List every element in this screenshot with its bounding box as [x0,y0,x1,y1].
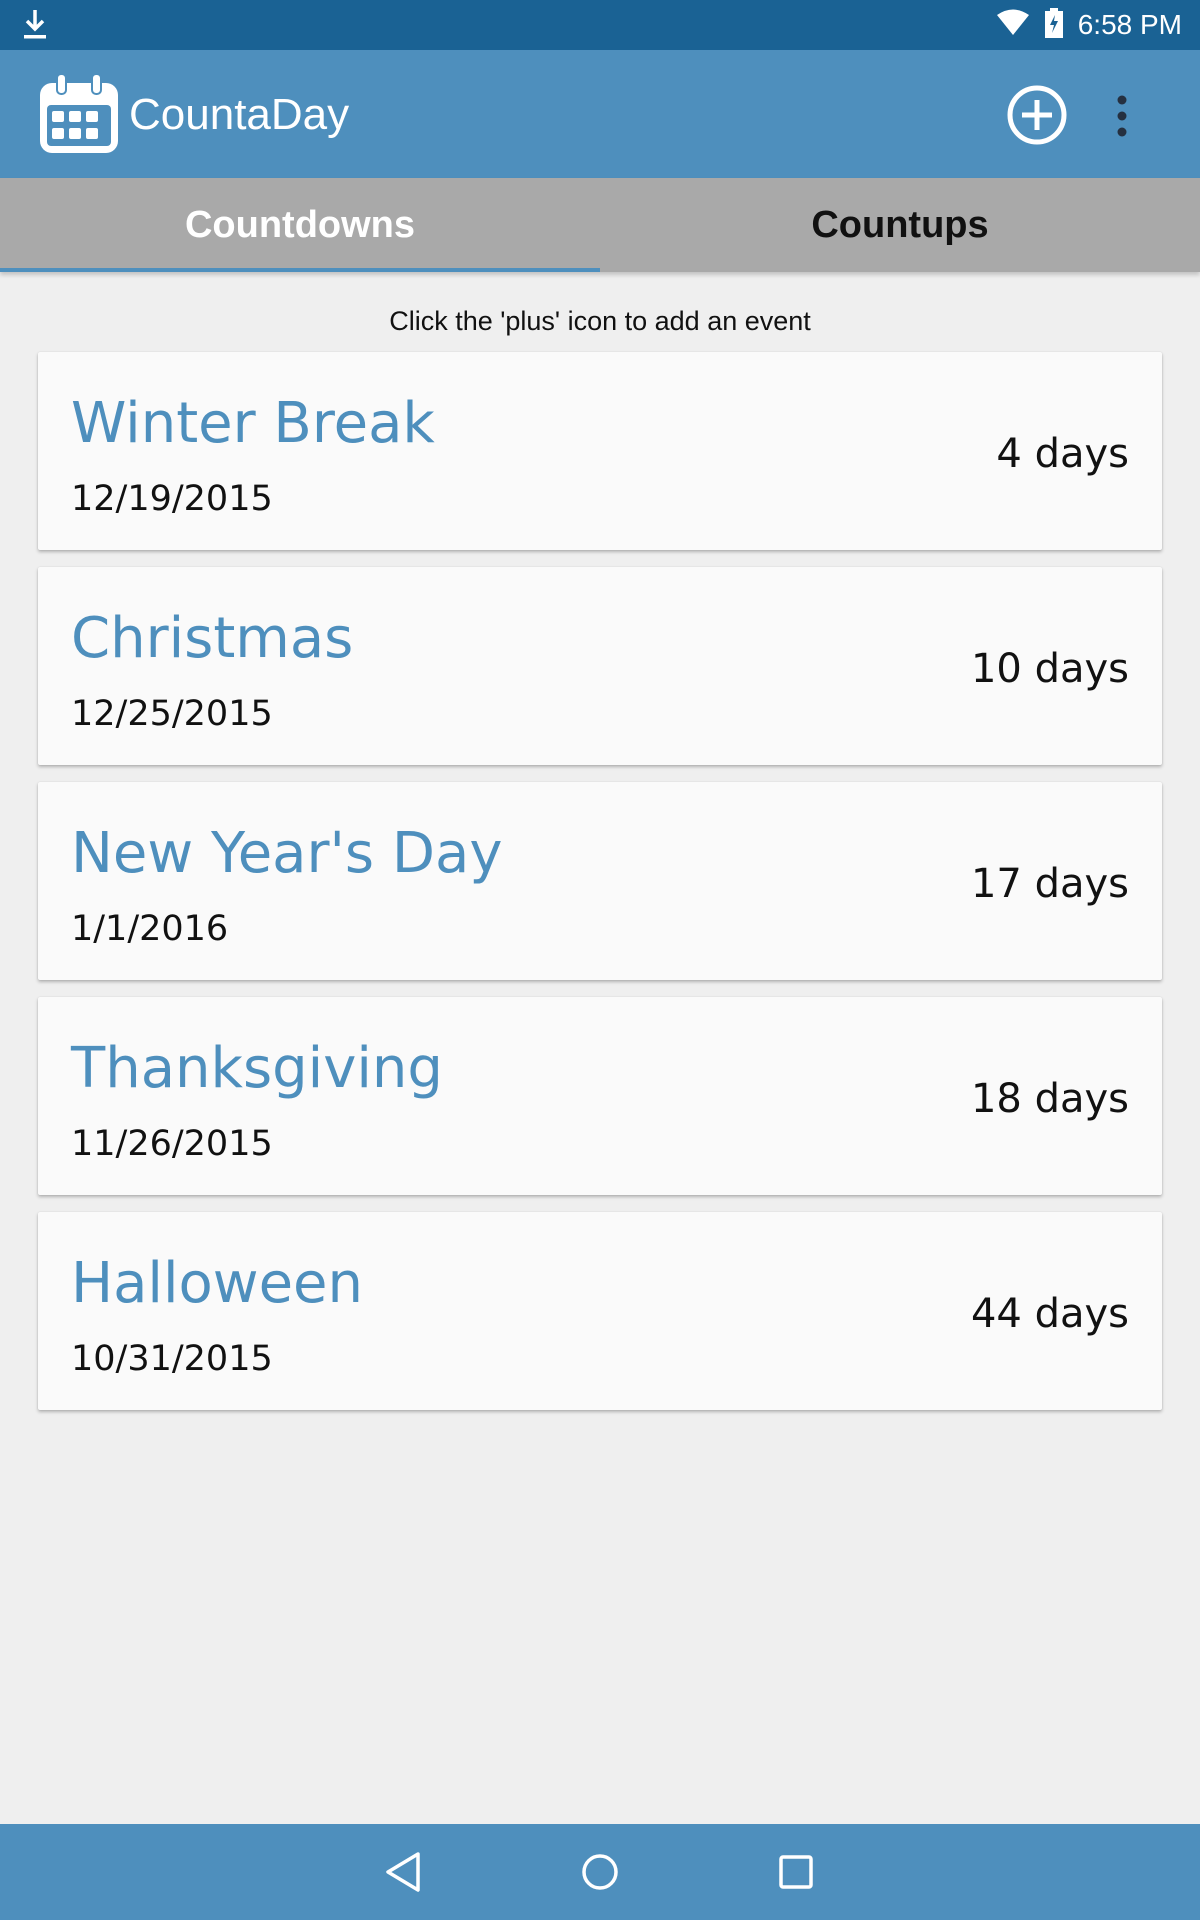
status-bar: 6:58 PM [0,0,1200,50]
add-circle-icon [1007,85,1067,145]
recents-icon [779,1855,813,1889]
tab-label: Countdowns [184,203,416,246]
event-name: Christmas [71,606,354,671]
event-card[interactable]: Winter Break 12/19/2015 4 days [38,352,1162,550]
event-date: 11/26/2015 [71,1124,273,1164]
event-card[interactable]: Christmas 12/25/2015 10 days [38,567,1162,765]
event-date: 1/1/2016 [71,909,229,949]
back-icon [386,1852,420,1892]
event-date: 12/25/2015 [71,694,273,734]
event-card[interactable]: New Year's Day 1/1/2016 17 days [38,782,1162,980]
status-icons: 6:58 PM [996,0,1182,50]
overflow-menu-icon [1117,95,1127,137]
calendar-logo-icon [36,71,122,157]
download-icon [22,8,48,47]
recents-button[interactable] [772,1848,820,1896]
app-bar: CountaDay [0,50,1200,178]
event-days: 10 days [970,646,1129,692]
tab-countdowns[interactable]: Countdowns [0,178,600,272]
event-days: 17 days [970,861,1129,907]
system-nav-bar [0,1824,1200,1920]
tab-label: Countups [811,203,989,246]
back-button[interactable] [380,1848,428,1896]
event-date: 10/31/2015 [71,1339,273,1379]
wifi-icon [996,9,1030,42]
event-date: 12/19/2015 [71,479,273,519]
hint-text: Click the 'plus' icon to add an event [389,306,811,336]
event-days: 4 days [996,431,1129,477]
overflow-menu-button[interactable] [1100,88,1144,144]
event-name: Winter Break [71,391,435,456]
home-icon [582,1854,618,1890]
event-days: 44 days [970,1291,1129,1337]
add-event-button[interactable] [1006,84,1068,146]
event-days: 18 days [970,1076,1129,1122]
tab-countups[interactable]: Countups [600,178,1200,272]
event-list: Winter Break 12/19/2015 4 days Christmas… [38,352,1162,1427]
event-card[interactable]: Thanksgiving 11/26/2015 18 days [38,997,1162,1195]
clock: 6:58 PM [1077,9,1182,40]
event-name: Thanksgiving [71,1036,443,1101]
home-button[interactable] [576,1848,624,1896]
event-name: Halloween [71,1251,364,1316]
event-name: New Year's Day [71,821,503,886]
battery-charging-icon [1044,7,1064,43]
app-title: CountaDay [129,90,350,139]
event-card[interactable]: Halloween 10/31/2015 44 days [38,1212,1162,1410]
tab-bar: Countdowns Countups [0,178,1200,272]
